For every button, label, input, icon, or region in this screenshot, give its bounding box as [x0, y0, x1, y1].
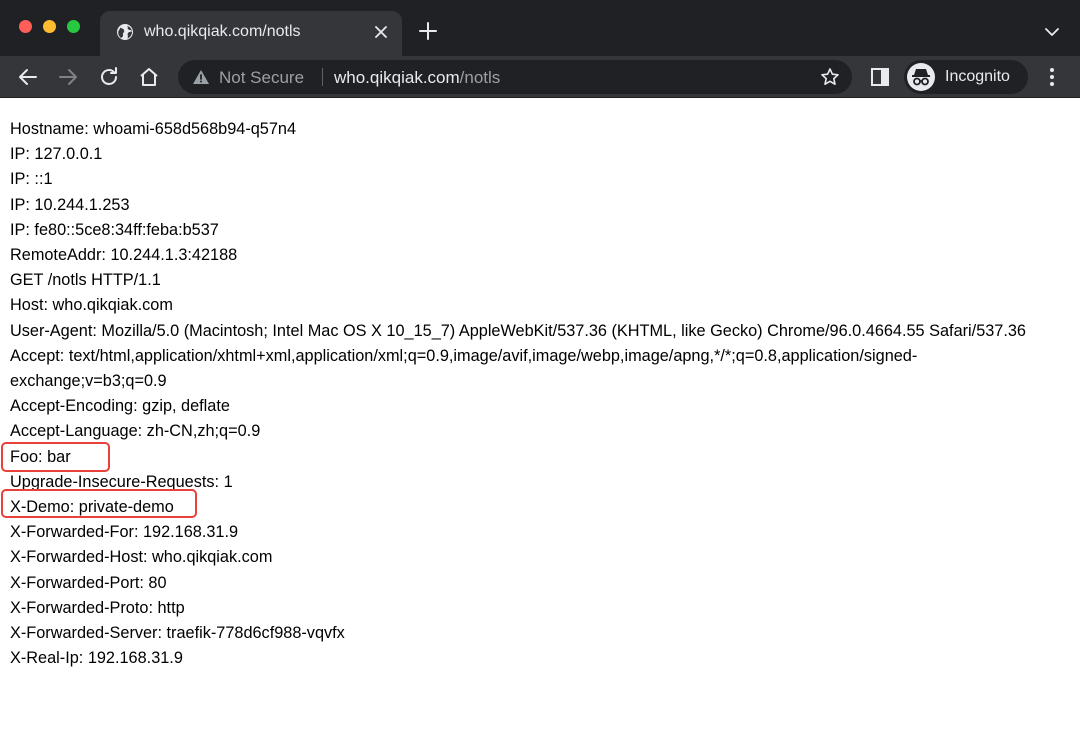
line-x-forwarded-server: X-Forwarded-Server: traefik-778d6cf988-v…: [10, 624, 345, 643]
omnibox-divider: [322, 68, 323, 86]
line-accept-encoding: Accept-Encoding: gzip, deflate: [10, 397, 230, 416]
line-ip: IP: 127.0.0.1: [10, 145, 103, 164]
window-maximize-button[interactable]: [67, 20, 80, 33]
line-x-forwarded-port: X-Forwarded-Port: 80: [10, 573, 167, 592]
line-ip: IP: 10.244.1.253: [10, 195, 130, 214]
close-icon[interactable]: [372, 23, 390, 41]
back-arrow-icon[interactable]: [16, 65, 40, 89]
line-x-forwarded-proto: X-Forwarded-Proto: http: [10, 598, 185, 617]
page-content: Hostname: whoami-658d568b94-q57n4 IP: 12…: [0, 99, 1080, 737]
browser-window: who.qikqiak.com/notls Not Secure who.qik…: [0, 0, 1080, 737]
more-vert-icon[interactable]: [1040, 65, 1064, 89]
line-remote-addr: RemoteAddr: 10.244.1.3:42188: [10, 246, 238, 265]
address-bar[interactable]: Not Secure who.qikqiak.com/notls: [178, 60, 852, 94]
url-text[interactable]: who.qikqiak.com/notls: [334, 68, 500, 88]
profile-button[interactable]: Incognito: [904, 60, 1028, 94]
window-close-button[interactable]: [19, 20, 32, 33]
line-user-agent: User-Agent: Mozilla/5.0 (Macintosh; Inte…: [10, 321, 1026, 340]
line-foo: Foo: bar: [10, 447, 71, 466]
profile-label: Incognito: [945, 68, 1010, 85]
tab-title: who.qikqiak.com/notls: [144, 23, 301, 40]
line-request: GET /notls HTTP/1.1: [10, 271, 161, 290]
tab-strip: who.qikqiak.com/notls: [0, 0, 1080, 56]
line-host: Host: who.qikqiak.com: [10, 296, 173, 315]
forward-arrow-icon[interactable]: [56, 65, 80, 89]
line-accept: Accept: text/html,application/xhtml+xml,…: [10, 346, 918, 391]
chevron-down-icon[interactable]: [1043, 24, 1061, 40]
highlight-box-x-demo: [1, 489, 197, 518]
plus-icon[interactable]: [418, 21, 438, 41]
side-panel-icon[interactable]: [868, 65, 892, 89]
url-host: who.qikqiak.com: [334, 68, 460, 87]
toolbar: Not Secure who.qikqiak.com/notls Incogni…: [0, 56, 1080, 98]
url-path: /notls: [459, 68, 501, 87]
line-hostname: Hostname: whoami-658d568b94-q57n4: [10, 120, 297, 138]
reload-icon[interactable]: [97, 65, 121, 89]
globe-icon: [117, 24, 133, 40]
line-ip: IP: fe80::5ce8:34ff:feba:b537: [10, 220, 219, 239]
star-icon[interactable]: [820, 67, 840, 87]
security-label[interactable]: Not Secure: [219, 68, 304, 88]
home-icon[interactable]: [137, 65, 161, 89]
line-x-forwarded-for: X-Forwarded-For: 192.168.31.9: [10, 523, 239, 542]
highlight-box-foo: [1, 442, 110, 472]
warning-icon[interactable]: [192, 69, 210, 85]
incognito-icon: [907, 63, 935, 91]
line-accept-language: Accept-Language: zh-CN,zh;q=0.9: [10, 422, 261, 441]
line-x-forwarded-host: X-Forwarded-Host: who.qikqiak.com: [10, 548, 273, 567]
line-x-real-ip: X-Real-Ip: 192.168.31.9: [10, 649, 183, 668]
active-tab[interactable]: who.qikqiak.com/notls: [100, 11, 402, 56]
line-ip: IP: ::1: [10, 170, 53, 189]
response-text: Hostname: whoami-658d568b94-q57n4 IP: 12…: [10, 117, 1072, 671]
window-minimize-button[interactable]: [43, 20, 56, 33]
